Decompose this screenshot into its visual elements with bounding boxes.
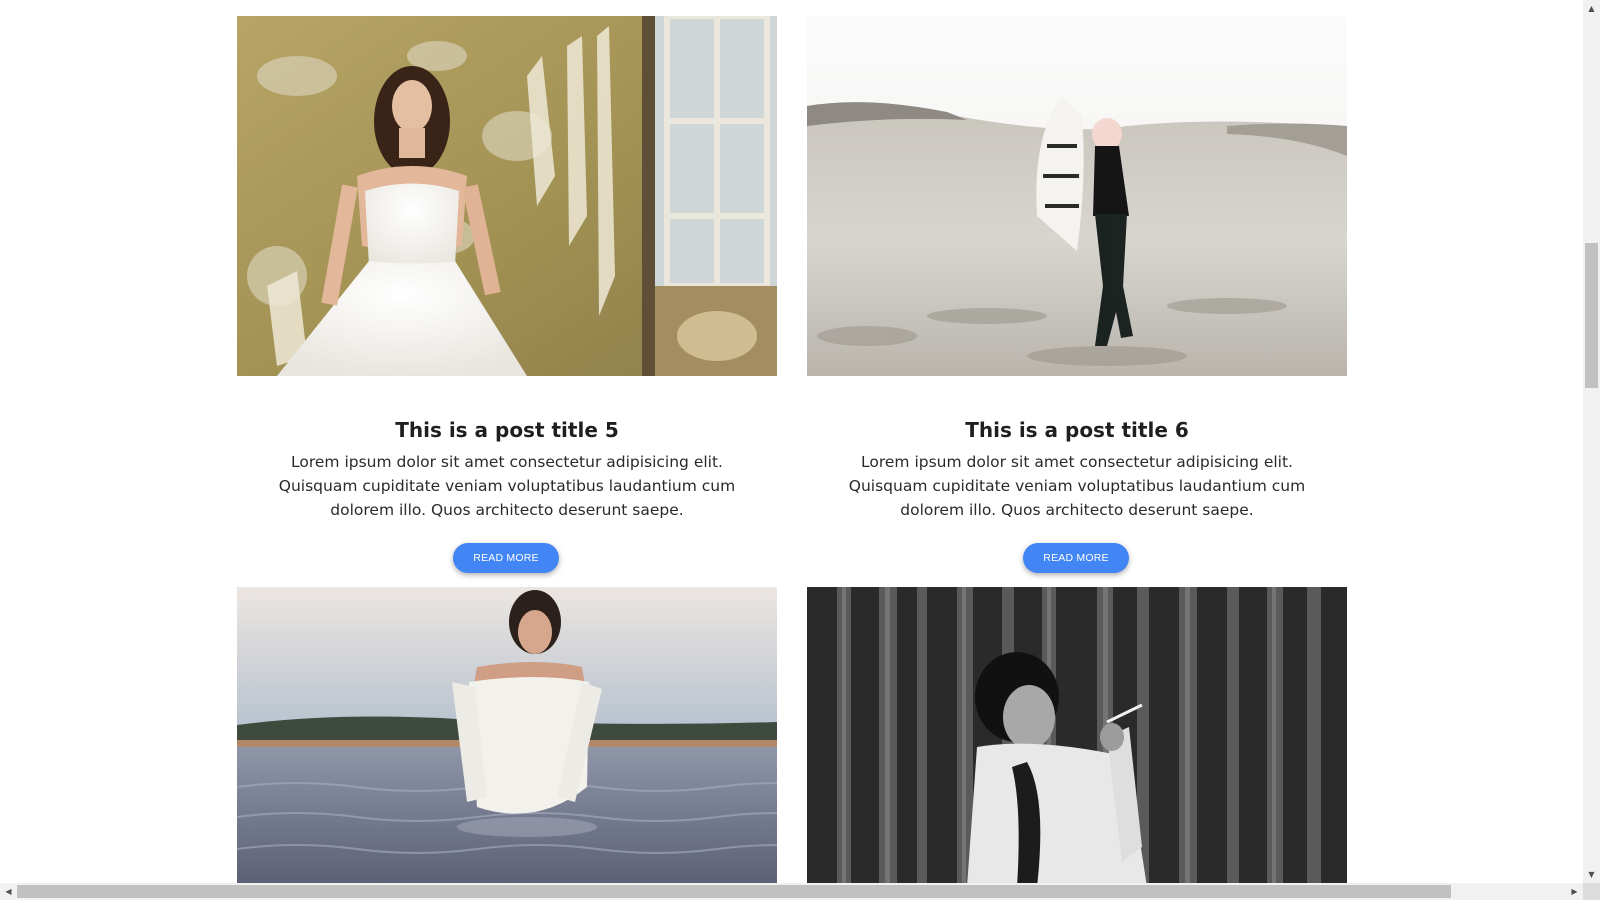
- post-excerpt: Lorem ipsum dolor sit amet consectetur a…: [848, 453, 1306, 519]
- read-more-button[interactable]: READ MORE: [1023, 543, 1129, 573]
- water-photo-image: [237, 587, 777, 883]
- post-card-7: [237, 587, 777, 883]
- scroll-left-arrow-icon[interactable]: ◀: [0, 883, 17, 900]
- scrollbar-corner: [1583, 883, 1600, 900]
- horizontal-scrollbar[interactable]: ◀ ▶: [0, 883, 1583, 900]
- post-image-5[interactable]: [237, 16, 777, 376]
- post-image-7[interactable]: [237, 587, 777, 883]
- post-image-6[interactable]: [807, 16, 1347, 376]
- page-viewport: This is a post title 5 Lorem ipsum dolor…: [0, 0, 1583, 883]
- vertical-scroll-thumb[interactable]: [1585, 243, 1598, 388]
- post-title: This is a post title 6: [965, 418, 1189, 442]
- bw-portrait-photo-image: [807, 587, 1347, 883]
- post-card-8: [807, 587, 1347, 883]
- horizontal-scroll-thumb[interactable]: [17, 885, 1451, 898]
- post-title: This is a post title 5: [395, 418, 619, 442]
- post-excerpt: Lorem ipsum dolor sit amet consectetur a…: [278, 453, 736, 519]
- read-more-button[interactable]: READ MORE: [453, 543, 559, 573]
- vertical-scrollbar[interactable]: ▲ ▼: [1583, 0, 1600, 883]
- bride-photo-image: [237, 16, 777, 376]
- post-image-8[interactable]: [807, 587, 1347, 883]
- scroll-up-arrow-icon[interactable]: ▲: [1583, 0, 1600, 17]
- scroll-down-arrow-icon[interactable]: ▼: [1583, 866, 1600, 883]
- post-card-5: This is a post title 5 Lorem ipsum dolor…: [237, 16, 777, 578]
- sand-dunes-photo-image: [807, 16, 1347, 376]
- scroll-right-arrow-icon[interactable]: ▶: [1566, 883, 1583, 900]
- post-card-6: This is a post title 6 Lorem ipsum dolor…: [807, 16, 1347, 578]
